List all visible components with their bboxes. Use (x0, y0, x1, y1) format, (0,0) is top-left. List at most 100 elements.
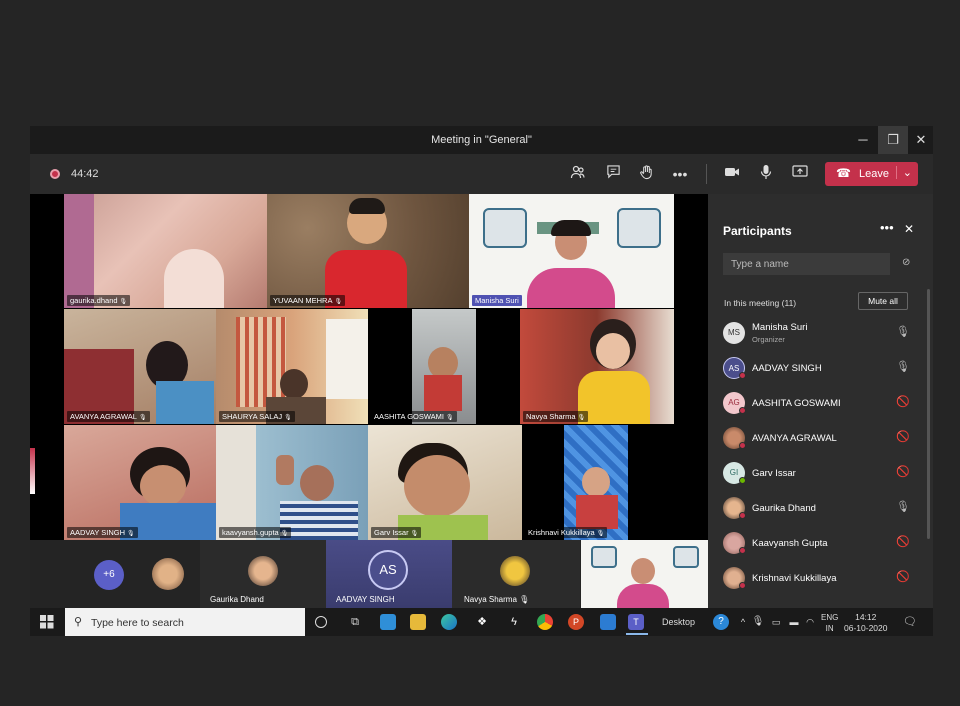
hand-shape (164, 249, 224, 308)
participant-row[interactable]: MS Manisha Suri Organizer 🎙 (708, 316, 926, 350)
chevron-down-icon[interactable]: ⌄ (895, 166, 912, 179)
panel-close-icon[interactable]: ✕ (904, 222, 914, 236)
mic-icon: 🎙 (896, 326, 910, 338)
powerpoint-icon[interactable]: P (568, 614, 584, 630)
tray-network-icon[interactable]: ▭ (768, 614, 784, 630)
dropbox-icon[interactable]: ❖ (474, 614, 490, 630)
tray-chevron-icon[interactable]: ^ (735, 614, 751, 630)
thumbs-up-hand (276, 455, 294, 485)
file-explorer-icon[interactable] (410, 614, 426, 630)
tray-mic-icon[interactable]: 🎙 (750, 614, 766, 630)
presence-dot (739, 442, 746, 449)
cortana-icon[interactable] (315, 616, 327, 628)
panel-more-icon[interactable]: ••• (880, 220, 894, 235)
task-view-icon[interactable]: ⧉ (347, 614, 363, 630)
taskbar-search-box[interactable]: ⚲ Type here to search (65, 608, 305, 636)
teacher-hair (551, 220, 591, 236)
mic-icon: 🎙 (446, 415, 454, 421)
mic-icon: 🎙 (896, 361, 910, 373)
share-invite-icon[interactable]: ⊘ (902, 257, 910, 268)
raise-hand-button[interactable] (635, 164, 657, 184)
desktop-toolbar-label[interactable]: Desktop (662, 617, 695, 627)
strip-tile[interactable]: Gaurika Dhand (200, 540, 326, 608)
help-icon[interactable]: ? (713, 614, 729, 630)
mic-off-icon: 🚫 (896, 571, 910, 583)
participant-search-input[interactable] (723, 253, 890, 275)
clock-time: 14:12 (855, 612, 877, 622)
panel-scrollbar[interactable] (927, 289, 930, 539)
yellow-top (578, 371, 650, 424)
overflow-count: +6 (94, 560, 124, 590)
mic-off-icon: 🚫 (896, 466, 910, 478)
minimize-button[interactable]: ─ (848, 126, 878, 154)
participants-button[interactable] (567, 164, 589, 184)
participant-name: Gaurika Dhand (752, 503, 816, 514)
more-actions-button[interactable]: ••• (669, 164, 691, 184)
chat-button[interactable] (602, 164, 624, 184)
mic-icon: 🎙 (280, 531, 289, 537)
participant-row[interactable]: Gaurika Dhand 🎙 (708, 491, 926, 525)
video-tile[interactable]: AADVAY SINGH 🎙 (64, 425, 216, 540)
share-screen-button[interactable] (789, 164, 811, 184)
tile-name: SHAURYA SALAJ (222, 412, 283, 421)
video-app-icon[interactable] (600, 614, 616, 630)
video-tile[interactable]: Krishnavi Kukkillaya 🎙 (522, 425, 674, 540)
teams-icon[interactable]: T (628, 614, 644, 630)
camera-icon (725, 168, 739, 176)
strip-tile-speaking[interactable]: AS AADVAY SINGH (326, 540, 452, 608)
taskbar-clock[interactable]: 14:12 06-10-2020 (844, 612, 887, 634)
video-tile[interactable]: AASHITA GOSWAMI 🎙 (368, 309, 520, 424)
title-bar: Meeting in "General" ─ ❐ ✕ (30, 126, 933, 154)
chat-icon (606, 165, 620, 179)
participant-name: Garv Issar (752, 468, 796, 479)
strip-name: Gaurika Dhand (210, 595, 264, 604)
video-tile[interactable]: Navya Sharma 🎙 (520, 309, 674, 424)
participant-row[interactable]: Kaavyansh Gupta 🚫 (708, 526, 926, 560)
self-view-thumbnail[interactable] (581, 540, 708, 608)
lang-region: IN (825, 624, 834, 633)
participant-row[interactable]: GI Garv Issar 🚫 (708, 456, 926, 490)
microphone-button[interactable] (755, 164, 777, 184)
video-tile[interactable]: SHAURYA SALAJ 🎙 (216, 309, 368, 424)
windows-start-icon[interactable] (40, 615, 54, 632)
maximize-button[interactable]: ❐ (878, 126, 908, 154)
mic-icon: 🎙 (119, 299, 128, 305)
video-tile[interactable]: Garv Issar 🎙 (368, 425, 522, 540)
microphone-icon (760, 165, 772, 179)
participant-row[interactable]: Krishnavi Kukkillaya 🚫 (708, 561, 926, 595)
tray-battery-icon[interactable]: ▬ (786, 614, 802, 630)
strip-thumbnail[interactable] (142, 540, 200, 608)
participant-row[interactable]: AVANYA AGRAWAL 🚫 (708, 421, 926, 455)
camera-button[interactable] (721, 164, 743, 184)
participant-row[interactable]: AG AASHITA GOSWAMI 🚫 (708, 386, 926, 420)
app-lightning-icon[interactable]: ϟ (506, 614, 522, 630)
windows-taskbar: ⚲ Type here to search ⧉ ❖ ϟ P T Desktop … (30, 608, 933, 636)
mute-all-button[interactable]: Mute all (858, 292, 908, 310)
presence-dot (739, 547, 746, 554)
clock-date: 06-10-2020 (844, 623, 888, 633)
edge-icon[interactable] (441, 614, 457, 630)
presence-dot (739, 372, 746, 379)
overflow-participants[interactable]: +6 (94, 540, 129, 608)
video-tile[interactable]: kaavyansh.gupta 🎙 (216, 425, 368, 540)
chrome-icon[interactable] (537, 614, 553, 630)
avatar (152, 558, 184, 590)
close-window-button[interactable]: ✕ (906, 126, 936, 154)
leave-button[interactable]: ☎ Leave ⌄ (825, 162, 918, 186)
curtain (236, 317, 286, 407)
notification-icon[interactable]: 🗨 (902, 614, 918, 630)
video-tile[interactable]: AVANYA AGRAWAL 🎙 (64, 309, 216, 424)
tray-wifi-icon[interactable]: ◠ (802, 614, 818, 630)
strip-tile[interactable]: Navya Sharma 🎙 (452, 540, 580, 608)
participant-row[interactable]: AS AADVAY SINGH 🎙 (708, 351, 926, 385)
video-tile-organizer[interactable]: Manisha Suri (469, 194, 674, 308)
video-grid: gaurika.dhand 🎙 YUVAAN MEHRA 🎙 Manisha Sur… (30, 194, 708, 540)
watermark-bar (30, 448, 35, 494)
video-tile[interactable]: gaurika.dhand 🎙 (64, 194, 267, 308)
input-language[interactable]: ENG IN (821, 612, 838, 634)
participant-strip: +6 Gaurika Dhand AS AADVAY SINGH Navya S… (30, 540, 708, 608)
child-face (140, 465, 186, 507)
mail-icon[interactable] (380, 614, 396, 630)
video-tile[interactable]: YUVAAN MEHRA 🎙 (267, 194, 469, 308)
window-light (326, 319, 368, 399)
